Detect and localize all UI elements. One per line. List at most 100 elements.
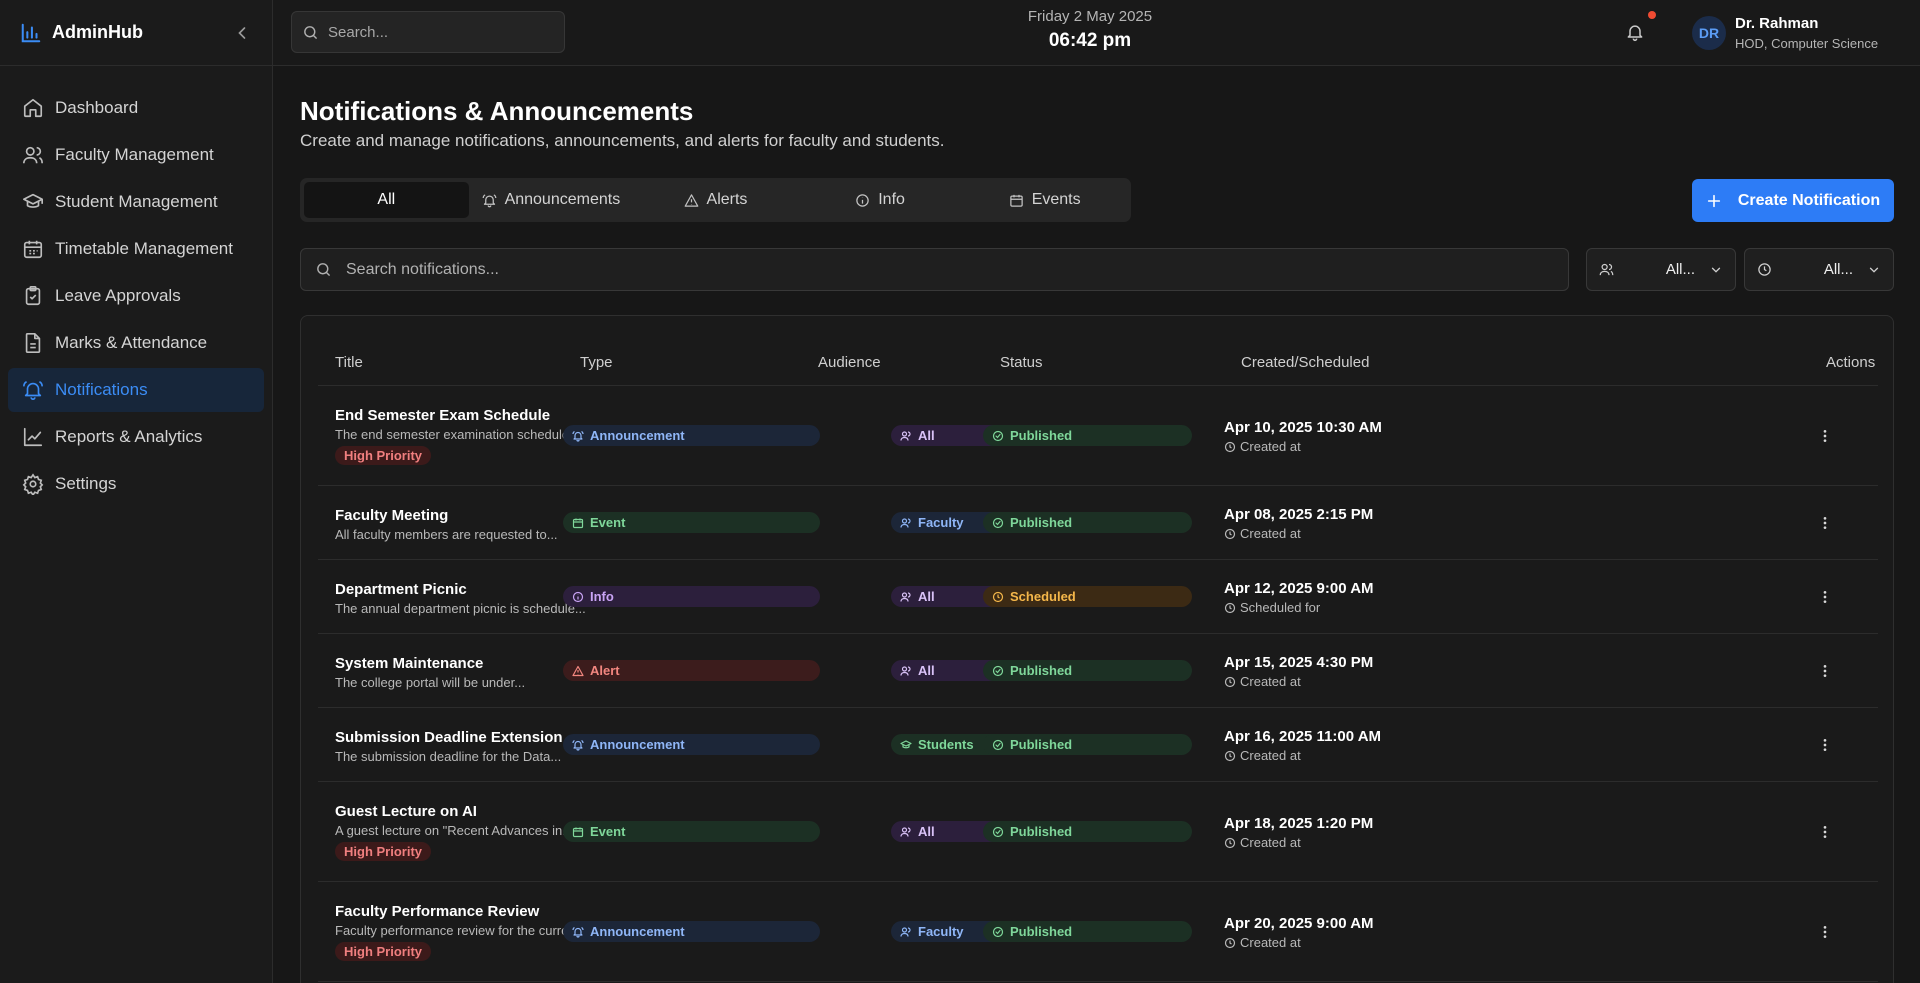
avatar[interactable]: DR <box>1692 16 1726 50</box>
notification-dot <box>1648 11 1656 19</box>
global-search-input[interactable] <box>328 23 548 41</box>
gear-icon <box>22 473 44 495</box>
audience-label: All <box>918 428 935 443</box>
clock-icon <box>1224 837 1236 848</box>
table-row[interactable]: Faculty Performance Review Faculty perfo… <box>318 882 1878 982</box>
audience-label: Students <box>918 737 974 752</box>
tab-label: Events <box>1031 191 1081 208</box>
column-header-type[interactable]: Type <box>580 354 613 371</box>
status-badge: Published <box>983 921 1192 942</box>
row-date-note: Created at <box>1224 835 1301 850</box>
sidebar-item-marks-attendance[interactable]: Marks & Attendance <box>8 321 264 365</box>
tab-announcements[interactable]: Announcements <box>469 182 634 218</box>
tab-alerts[interactable]: Alerts <box>633 182 798 218</box>
type-badge: Alert <box>563 660 820 681</box>
clipboard-check-icon <box>25 286 41 306</box>
date-note-label: Scheduled for <box>1240 600 1321 615</box>
sidebar-item-dashboard[interactable]: Dashboard <box>8 86 264 130</box>
type-badge: Event <box>563 821 820 842</box>
check-circle-icon <box>992 665 1004 676</box>
tab-all[interactable]: All <box>304 182 469 218</box>
sidebar-item-student-management[interactable]: Student Management <box>8 180 264 224</box>
row-date-note: Created at <box>1224 935 1301 950</box>
priority-badge: High Priority <box>335 842 432 861</box>
brand-name: AdminHub <box>52 22 143 42</box>
notification-search[interactable] <box>300 248 1569 291</box>
status-label: Published <box>1010 924 1073 939</box>
row-title: Department Picnic <box>335 581 467 598</box>
audience-filter-select[interactable]: All... <box>1586 248 1736 291</box>
sidebar-item-label: Settings <box>55 474 117 493</box>
column-header-actions: Actions <box>1826 354 1876 371</box>
more-vertical-icon[interactable] <box>1817 428 1833 444</box>
sidebar-item-timetable-management[interactable]: Timetable Management <box>8 227 264 271</box>
brand: AdminHub <box>0 0 272 66</box>
users-icon <box>900 517 911 528</box>
time-filter-select[interactable]: All... <box>1744 248 1894 291</box>
tab-info[interactable]: Info <box>798 182 963 218</box>
row-date-note: Created at <box>1224 748 1301 763</box>
bell-ring-icon <box>23 381 43 400</box>
table-row[interactable]: Faculty Meeting All faculty members are … <box>318 486 1878 560</box>
collapse-sidebar-icon[interactable] <box>232 23 252 43</box>
type-label: Event <box>590 824 626 839</box>
row-title: Faculty Meeting <box>335 507 449 524</box>
sidebar-item-label: Leave Approvals <box>55 286 181 305</box>
status-label: Published <box>1010 515 1073 530</box>
sidebar-item-notifications[interactable]: Notifications <box>8 368 264 412</box>
sidebar-item-label: Dashboard <box>55 98 139 117</box>
bar-chart-logo-icon <box>21 23 41 42</box>
priority-badge: High Priority <box>335 942 432 961</box>
clock-icon <box>1758 263 1771 276</box>
notifications-table: Title Type Audience Status Created/Sched… <box>300 315 1894 983</box>
row-description: All faculty members are requested to... <box>335 527 558 542</box>
tab-events[interactable]: Events <box>962 182 1127 218</box>
more-vertical-icon[interactable] <box>1817 737 1833 753</box>
notification-search-input[interactable] <box>346 260 1446 279</box>
column-header-status[interactable]: Status <box>1000 354 1043 371</box>
bell-icon[interactable] <box>1625 22 1645 42</box>
clock-icon <box>1224 676 1236 687</box>
create-notification-button[interactable]: Create Notification <box>1692 179 1894 222</box>
row-date: Apr 12, 2025 9:00 AM <box>1224 580 1374 597</box>
type-label: Event <box>590 515 626 530</box>
column-header-audience[interactable]: Audience <box>818 354 881 371</box>
check-circle-icon <box>992 926 1004 937</box>
table-row[interactable]: Submission Deadline Extension The submis… <box>318 708 1878 782</box>
table-row[interactable]: End Semester Exam Schedule The end semes… <box>318 386 1878 486</box>
tab-label: Info <box>878 191 905 208</box>
table-row[interactable]: System Maintenance The college portal wi… <box>318 634 1878 708</box>
create-notification-label: Create Notification <box>1737 191 1881 209</box>
column-header-created[interactable]: Created/Scheduled <box>1241 354 1369 371</box>
users-icon <box>900 591 911 602</box>
more-vertical-icon[interactable] <box>1817 663 1833 679</box>
type-label: Announcement <box>590 428 685 443</box>
row-description: Faculty performance review for the curre… <box>335 923 587 938</box>
calendar-icon <box>572 518 584 528</box>
global-search[interactable] <box>291 11 565 53</box>
date-note-label: Created at <box>1240 674 1301 689</box>
sidebar-item-faculty-management[interactable]: Faculty Management <box>8 133 264 177</box>
more-vertical-icon[interactable] <box>1817 515 1833 531</box>
audience-label: Faculty <box>918 515 964 530</box>
table-row[interactable]: Department Picnic The annual department … <box>318 560 1878 634</box>
bell-ring-icon <box>572 430 584 442</box>
column-header-title[interactable]: Title <box>335 354 363 371</box>
type-badge: Announcement <box>563 734 820 755</box>
more-vertical-icon[interactable] <box>1817 589 1833 605</box>
row-title: Faculty Performance Review <box>335 903 540 920</box>
status-badge: Published <box>983 660 1192 681</box>
user-name: Dr. Rahman <box>1735 15 1819 32</box>
sidebar-item-settings[interactable]: Settings <box>8 462 264 506</box>
sidebar-item-reports-analytics[interactable]: Reports & Analytics <box>8 415 264 459</box>
sidebar-item-leave-approvals[interactable]: Leave Approvals <box>8 274 264 318</box>
type-badge: Info <box>563 586 820 607</box>
row-date: Apr 20, 2025 9:00 AM <box>1224 915 1374 932</box>
graduation-cap-icon <box>900 739 912 748</box>
priority-badge: High Priority <box>335 446 432 465</box>
bell-ring-icon <box>572 739 584 751</box>
table-row[interactable]: Guest Lecture on AI A guest lecture on "… <box>318 782 1878 882</box>
bell-ring-icon <box>482 193 496 207</box>
more-vertical-icon[interactable] <box>1817 824 1833 840</box>
more-vertical-icon[interactable] <box>1817 924 1833 940</box>
